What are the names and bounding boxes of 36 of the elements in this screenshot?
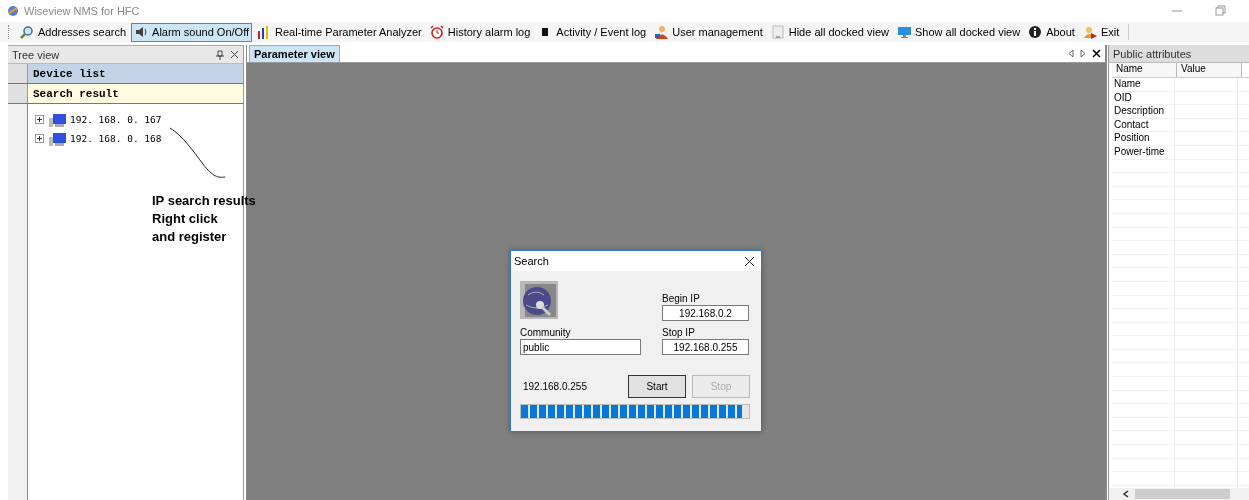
toolbar-button[interactable]: Real-time Parameter Analyzer (254, 22, 425, 42)
input-field[interactable]: 192.168.0.255 (662, 339, 749, 355)
start-button[interactable]: Start (628, 375, 686, 398)
field-label: Stop IP (662, 327, 696, 338)
field-label: Begin IP (662, 293, 701, 304)
status-text: 192.168.0.255 (523, 381, 587, 392)
column-header[interactable]: Name (1112, 63, 1177, 77)
window-title: Wiseview NMS for HFC (24, 5, 140, 17)
toolbar-button[interactable]: About (1025, 22, 1078, 42)
toolbar-button[interactable]: Alarm sound On/Off (131, 22, 253, 42)
toolbar-button[interactable]: Exit (1079, 22, 1123, 42)
tree-item[interactable]: 192. 168. 0. 167 (70, 114, 162, 125)
column-header[interactable]: Value (1177, 63, 1242, 77)
field-label: Community (520, 327, 572, 338)
toolbar-button[interactable]: Show all docked view (894, 22, 1024, 42)
navigation-bar-item[interactable]: Search result (28, 84, 243, 103)
tree-item[interactable]: 192. 168. 0. 168 (70, 133, 162, 144)
panel-title: Tree view (12, 48, 61, 61)
toolbar-button[interactable]: Hide all docked view (767, 22, 892, 42)
property-name: Power-time (1112, 145, 1175, 159)
panel-title: Public attributes (1113, 47, 1193, 60)
property-name: Contact (1112, 118, 1175, 132)
property-name: OID (1112, 91, 1175, 105)
property-name: Name (1112, 78, 1175, 91)
navigation-bar-item[interactable]: Device list (28, 64, 243, 83)
toolbar-button[interactable]: User management (651, 22, 766, 42)
dialog-title: Search (514, 255, 550, 267)
toolbar-button[interactable]: Activity / Event log (535, 22, 650, 42)
toolbar-button[interactable]: History alarm log (426, 22, 534, 42)
input-field[interactable]: 192.168.0.2 (662, 305, 749, 321)
annotation-text: IP search results Right click and register (152, 192, 256, 246)
property-name: Position (1112, 132, 1175, 145)
tab[interactable]: Parameter view (249, 45, 340, 62)
toolbar-button[interactable]: Addresses search (17, 22, 130, 42)
input-field[interactable]: public (520, 339, 641, 355)
property-name: Description (1112, 105, 1175, 118)
